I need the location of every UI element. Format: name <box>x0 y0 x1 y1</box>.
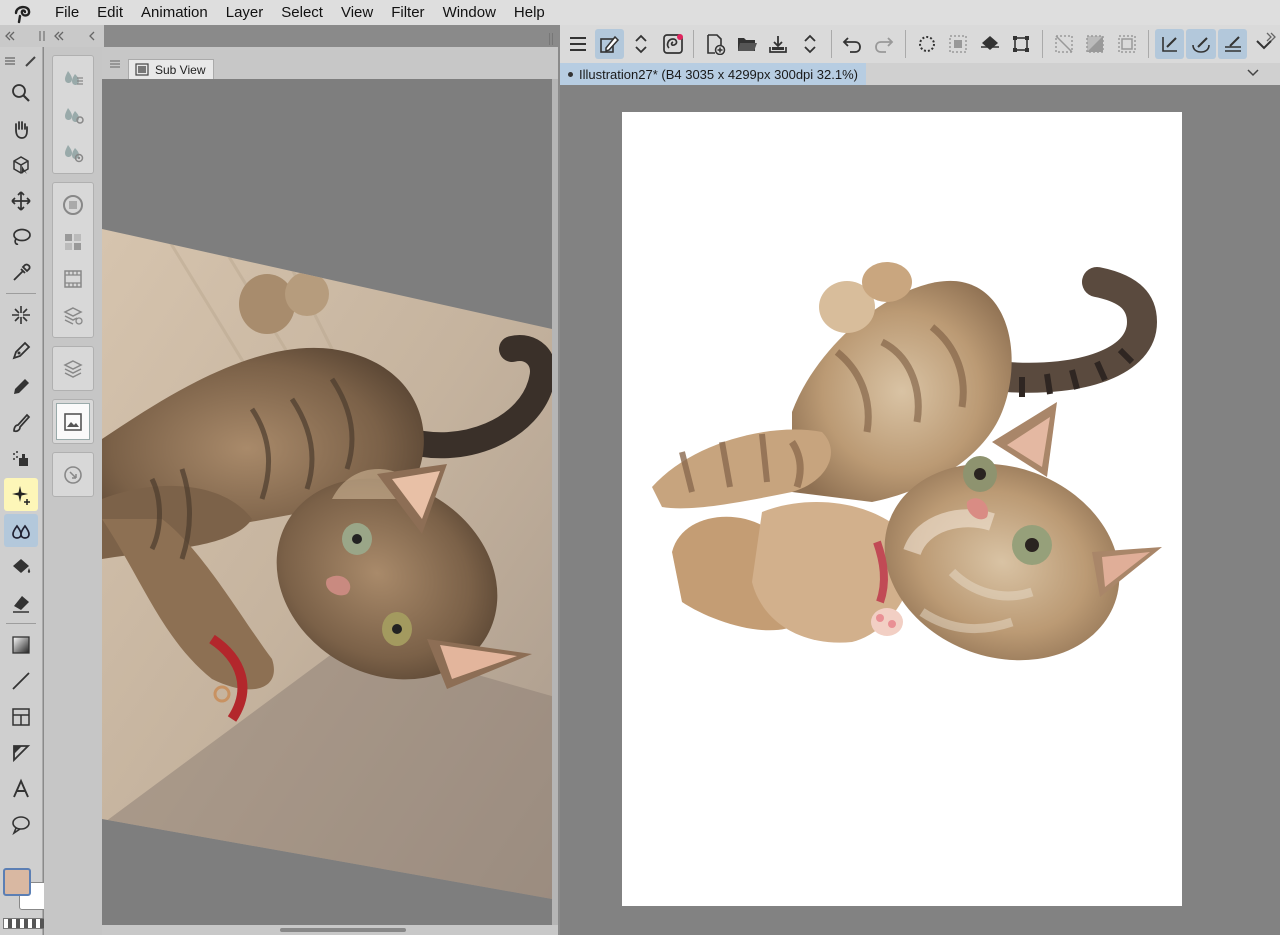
hamburger-menu-icon[interactable] <box>563 29 593 59</box>
chevron-left-icon[interactable] <box>88 30 96 42</box>
color-swatches <box>3 868 47 916</box>
transform-icon[interactable] <box>1006 29 1036 59</box>
ruler-snap-icon[interactable] <box>1154 29 1185 59</box>
chevron-down-icon[interactable] <box>1246 66 1260 80</box>
open-folder-icon[interactable] <box>732 29 762 59</box>
invert-selection-icon[interactable] <box>1081 29 1111 59</box>
undo-icon[interactable] <box>838 29 868 59</box>
lasso-icon[interactable] <box>4 220 38 253</box>
panel-grip-icon[interactable] <box>548 32 554 46</box>
frame-icon[interactable] <box>4 700 38 733</box>
app-logo-icon[interactable] <box>0 0 46 25</box>
layer-property-icon[interactable] <box>53 297 93 334</box>
collapse-left-icon[interactable] <box>4 30 16 42</box>
sub-view-tab-label: Sub View <box>155 62 206 77</box>
text-icon[interactable] <box>4 772 38 805</box>
move-icon[interactable] <box>4 184 38 217</box>
layers-icon[interactable] <box>53 350 93 387</box>
tab-document[interactable]: Illustration27* (B4 3035 x 4299px 300dpi… <box>560 63 866 85</box>
show-selection-icon[interactable] <box>1112 29 1142 59</box>
fill-icon[interactable] <box>4 550 38 583</box>
figure-icon[interactable] <box>4 664 38 697</box>
menu-edit[interactable]: Edit <box>88 0 132 25</box>
special-ruler-snap-icon[interactable] <box>1186 29 1216 59</box>
edit-touch-icon[interactable] <box>594 29 625 59</box>
blend-preset-icon[interactable] <box>53 133 93 170</box>
decoration-icon[interactable] <box>4 478 38 511</box>
eraser-icon[interactable] <box>4 586 38 619</box>
sub-view-panel: Sub View <box>102 33 558 935</box>
save-icon[interactable] <box>763 29 793 59</box>
image-icon <box>135 63 149 76</box>
smart-tool-icon[interactable] <box>658 29 688 59</box>
menu-animation[interactable]: Animation <box>132 0 217 25</box>
sub-view-tabbar: Sub View <box>102 33 558 79</box>
sub-view-vertical-scrollbar[interactable] <box>552 79 558 925</box>
main-color-swatch[interactable] <box>3 868 31 896</box>
sub-view-canvas[interactable] <box>102 79 552 925</box>
menu-file[interactable]: File <box>46 0 88 25</box>
command-bar <box>560 25 1280 63</box>
document-tab-label: Illustration27* (B4 3035 x 4299px 300dpi… <box>579 66 858 82</box>
eyedropper-icon[interactable] <box>4 256 38 289</box>
scrollbar-thumb[interactable] <box>280 928 406 932</box>
unsaved-dot-icon <box>568 71 573 77</box>
blend-sub-tool-icon[interactable] <box>53 59 93 96</box>
auto-select-icon[interactable] <box>4 298 38 331</box>
new-file-icon[interactable] <box>700 29 730 59</box>
menu-select[interactable]: Select <box>272 0 332 25</box>
grid-snap-icon[interactable] <box>1217 29 1248 59</box>
gradient-icon[interactable] <box>4 628 38 661</box>
main-canvas-area: Illustration27* (B4 3035 x 4299px 300dpi… <box>560 25 1280 935</box>
panel-grip-icon[interactable] <box>38 30 46 42</box>
ruler-icon[interactable] <box>4 736 38 769</box>
airbrush-icon[interactable] <box>4 442 38 475</box>
tab-sub-view[interactable]: Sub View <box>128 59 215 79</box>
brush-icon <box>25 55 36 67</box>
color-wheel-icon[interactable] <box>53 186 93 223</box>
chevron-up-down-icon[interactable] <box>795 29 825 59</box>
sub-tool-palette <box>44 47 102 935</box>
collapse-right-icon[interactable] <box>1265 31 1277 43</box>
hand-icon[interactable] <box>4 112 38 145</box>
blend-icon[interactable] <box>4 514 38 547</box>
menu-help[interactable]: Help <box>505 0 554 25</box>
zoom-icon[interactable] <box>4 76 38 109</box>
brush-icon[interactable] <box>4 406 38 439</box>
menu-icon[interactable] <box>110 60 120 68</box>
fill-icon[interactable] <box>975 29 1005 59</box>
menu-icon[interactable] <box>4 56 16 66</box>
blend-settings-icon[interactable] <box>53 96 93 133</box>
deselect-icon[interactable] <box>1049 29 1079 59</box>
navigator-icon[interactable] <box>53 456 93 493</box>
object-select-icon[interactable] <box>4 148 38 181</box>
chevron-up-down-icon[interactable] <box>626 29 656 59</box>
sub-view-icon[interactable] <box>56 403 90 440</box>
clear-outside-icon[interactable] <box>943 29 973 59</box>
cat-painting <box>652 262 1162 661</box>
tool-palette <box>0 47 47 935</box>
sub-view-horizontal-scrollbar[interactable] <box>102 925 558 935</box>
panel-header-row <box>0 25 104 47</box>
menu-view[interactable]: View <box>332 0 382 25</box>
menu-window[interactable]: Window <box>434 0 505 25</box>
pencil-icon[interactable] <box>4 370 38 403</box>
color-set-icon[interactable] <box>53 223 93 260</box>
document-tabbar: Illustration27* (B4 3035 x 4299px 300dpi… <box>560 63 1280 85</box>
clear-icon[interactable] <box>912 29 942 59</box>
timeline-icon[interactable] <box>53 260 93 297</box>
menu-filter[interactable]: Filter <box>382 0 433 25</box>
reference-photo <box>102 229 552 899</box>
collapse-left-icon[interactable] <box>53 30 65 42</box>
canvas-paper[interactable] <box>622 112 1182 906</box>
redo-icon[interactable] <box>869 29 899 59</box>
pen-icon[interactable] <box>4 334 38 367</box>
canvas-view[interactable] <box>560 85 1280 935</box>
balloon-icon[interactable] <box>4 808 38 841</box>
menu-layer[interactable]: Layer <box>217 0 273 25</box>
menu-bar: File Edit Animation Layer Select View Fi… <box>0 0 1280 25</box>
transparent-color-swatch[interactable] <box>3 918 45 929</box>
